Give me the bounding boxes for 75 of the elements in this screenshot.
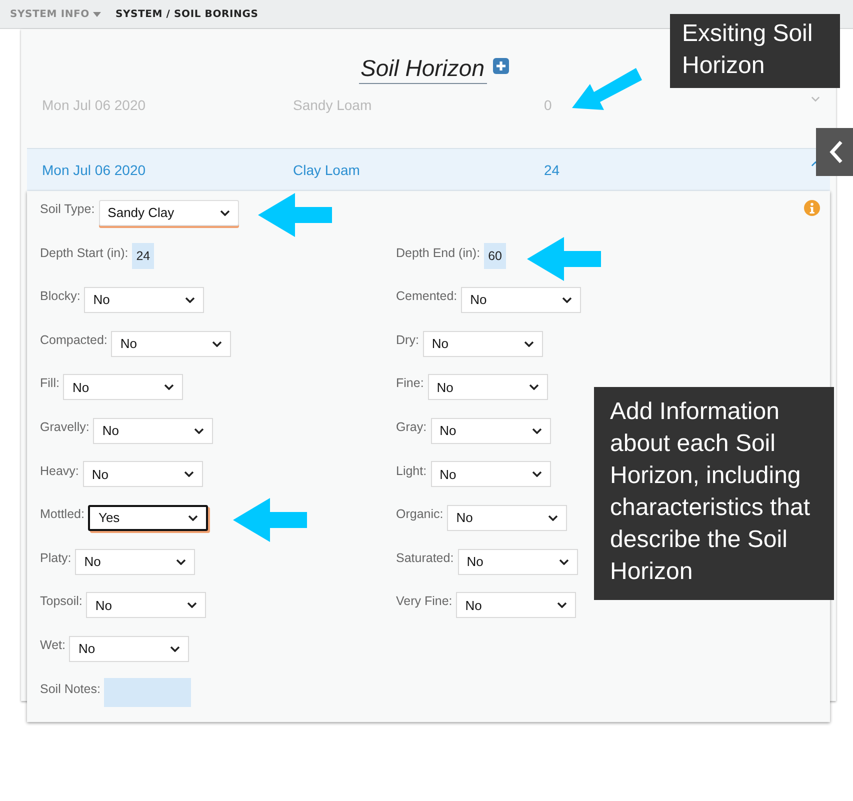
select-field[interactable]: No <box>75 548 196 575</box>
field-label: Platy: <box>40 550 72 565</box>
depth-start-field[interactable]: 24 <box>132 243 154 270</box>
chevron-left-icon <box>829 140 843 164</box>
select-field[interactable]: No <box>422 330 543 357</box>
chevron-down-icon <box>548 514 558 521</box>
field-label: Depth Start (in): <box>40 246 128 260</box>
chevron-down-icon <box>557 602 568 608</box>
field-label: Blocky: <box>40 289 80 304</box>
field-label: Fill: <box>40 376 60 390</box>
chevron-down-icon <box>212 340 222 347</box>
soil-notes-field[interactable] <box>104 678 192 707</box>
chevron-down-icon <box>532 428 542 434</box>
field-label: Very Fine: <box>396 594 452 608</box>
chevron-down-icon <box>185 296 196 303</box>
select-field[interactable]: No <box>430 461 551 488</box>
select-field[interactable]: No <box>461 286 582 313</box>
chevron-down-icon <box>176 558 186 565</box>
horizon-texture: Clay Loam <box>293 162 361 178</box>
horizon-depth: 24 <box>544 162 561 178</box>
info-icon[interactable] <box>804 200 820 216</box>
field-label: Topsoil: <box>40 594 82 608</box>
select-field[interactable]: No <box>82 461 203 488</box>
field-label: Light: <box>396 464 427 478</box>
section-title: Soil Horizon <box>358 55 486 84</box>
select-field[interactable]: No <box>63 374 184 400</box>
chevron-down-icon <box>558 558 569 565</box>
field-label: Gray: <box>396 420 427 434</box>
horizon-texture: Sandy Loam <box>293 97 373 113</box>
chevron-down-icon <box>188 514 198 521</box>
callout-note: Add Information about each Soil Horizon, including characteristics that describe the Soil Horizon <box>594 387 834 600</box>
callout-note: Exsiting Soil Horizon <box>670 14 840 88</box>
add-icon[interactable] <box>492 58 508 74</box>
depth-end-field[interactable]: 60 <box>484 243 506 270</box>
select-field[interactable]: No <box>84 286 204 313</box>
field-label: Wet: <box>40 638 66 652</box>
horizon-date: Mon Jul 06 2020 <box>42 97 147 113</box>
field-label: Depth End (in): <box>396 246 480 260</box>
field-label: Organic: <box>396 507 444 522</box>
select-field[interactable]: No <box>86 592 206 618</box>
chevron-down-icon <box>170 646 180 652</box>
select-field[interactable]: Yes <box>88 504 208 531</box>
field-label: Compacted: <box>40 332 108 347</box>
chevron-down-icon <box>220 210 230 216</box>
field-label: Fine: <box>396 376 424 390</box>
breadcrumb-path: SYSTEM / SOIL BORINGS <box>115 8 258 20</box>
soil-type-select[interactable]: Sandy Clay <box>98 200 239 226</box>
chevron-down-icon <box>164 384 174 390</box>
field-label: Saturated: <box>396 550 454 565</box>
field-label: Mottled: <box>40 507 84 522</box>
field-label: Cemented: <box>396 289 458 304</box>
chevron-down-icon <box>562 296 572 303</box>
field-label: Heavy: <box>40 464 79 478</box>
chevron-down-icon <box>194 428 204 434</box>
field-label: Gravelly: <box>40 420 90 434</box>
select-field[interactable]: No <box>111 330 232 357</box>
select-field[interactable]: No <box>428 374 548 400</box>
chevron-down-icon <box>528 384 539 390</box>
horizon-date: Mon Jul 06 2020 <box>42 162 147 178</box>
field-label: Dry: <box>396 332 419 347</box>
collapse-panel-button[interactable] <box>816 128 853 176</box>
field-label: Soil Type: <box>40 202 95 216</box>
chevron-down-icon <box>532 471 542 478</box>
chevron-down-icon <box>524 340 534 347</box>
field-label: Soil Notes: <box>40 682 100 696</box>
caret-icon <box>93 12 102 16</box>
chevron-down-icon <box>187 602 198 608</box>
select-field[interactable]: No <box>458 548 578 575</box>
select-field[interactable]: No <box>69 636 190 662</box>
select-field[interactable]: No <box>430 418 551 444</box>
select-field[interactable]: No <box>456 592 576 618</box>
chevron-down-icon <box>184 471 194 478</box>
select-field[interactable]: No <box>93 418 214 444</box>
horizon-depth: 0 <box>544 97 553 113</box>
select-field[interactable]: No <box>447 504 568 531</box>
